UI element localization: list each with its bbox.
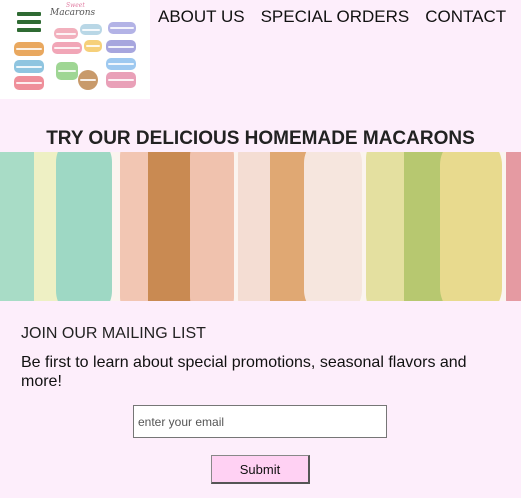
macaron-illustration	[106, 40, 136, 53]
macaron-illustration	[106, 58, 136, 70]
mailing-list-description: Be first to learn about special promotio…	[21, 354, 467, 390]
macaron-illustration	[14, 60, 44, 73]
menu-icon[interactable]	[17, 12, 41, 36]
macaron-illustration	[80, 24, 102, 35]
nav-special-orders[interactable]: SPECIAL ORDERS	[261, 7, 410, 27]
macaron-illustration	[78, 70, 98, 90]
main-nav: ABOUT US SPECIAL ORDERS CONTACT	[158, 7, 506, 27]
mailing-list-title: JOIN OUR MAILING LIST	[21, 325, 206, 342]
macaron-illustration	[14, 42, 44, 56]
hero-banner-image	[0, 152, 521, 301]
macaron-illustration	[84, 40, 102, 52]
macaron-illustration	[54, 28, 78, 39]
logo-title: Macarons	[50, 8, 96, 18]
macaron-illustration	[14, 76, 44, 90]
nav-contact[interactable]: CONTACT	[425, 7, 506, 27]
hero-headline: TRY OUR DELICIOUS HOMEMADE MACARONS	[46, 128, 475, 149]
email-input[interactable]	[133, 405, 387, 438]
macaron-illustration	[108, 22, 136, 34]
macaron-illustration	[56, 62, 78, 80]
macaron-illustration	[106, 72, 136, 88]
nav-about-us[interactable]: ABOUT US	[158, 7, 245, 27]
logo[interactable]: Sweet Macarons	[0, 0, 150, 99]
submit-button[interactable]: Submit	[211, 455, 310, 484]
macaron-illustration	[52, 42, 82, 54]
